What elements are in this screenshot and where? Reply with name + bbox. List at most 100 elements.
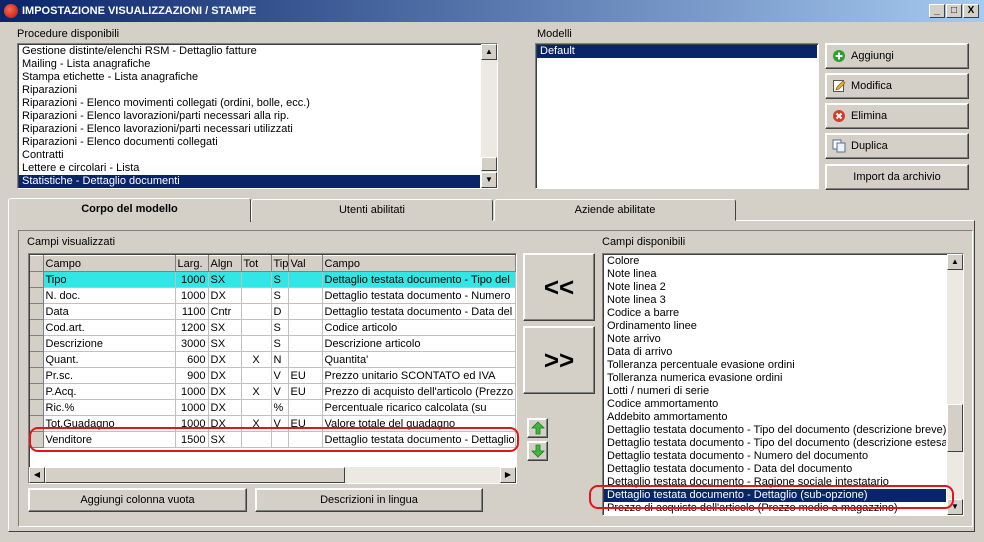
aggiungi-button[interactable]: Aggiungi [825,43,969,69]
cell-tot[interactable] [241,303,272,320]
scroll-thumb[interactable] [947,404,963,452]
close-button[interactable]: X [963,4,979,18]
col-algn[interactable]: Algn [208,255,242,272]
cell-tot[interactable]: X [241,351,272,368]
cell-desc[interactable]: Dettaglio testata documento - Data del [322,303,516,320]
cell-tip[interactable]: N [271,351,289,368]
cell-larg[interactable]: 600 [175,351,209,368]
cell-tot[interactable] [241,367,272,384]
cell-algn[interactable]: DX [208,383,242,400]
procedure-item[interactable]: Statistiche - Dettaglio documenti [19,175,480,188]
tab-corpo-del-modello[interactable]: Corpo del modello [8,198,251,222]
campo-disponibile-item[interactable]: Codice ammortamento [604,398,946,411]
cell-campo[interactable]: P.Acq. [43,383,176,400]
cell-tip[interactable]: S [271,287,289,304]
minimize-button[interactable]: _ [929,4,945,18]
add-field-button[interactable]: >> [523,326,595,394]
cell-campo[interactable]: N. doc. [43,287,176,304]
cell-larg[interactable]: 1200 [175,319,209,336]
table-row[interactable]: P.Acq. 1000 DX X V EU Prezzo di acquisto dell'… [30,383,516,400]
cell-algn[interactable]: SX [208,271,242,288]
cell-tot[interactable] [241,271,272,288]
col-larg[interactable]: Larg. [175,255,209,272]
procedure-item[interactable]: Riparazioni [19,84,480,97]
procedure-item[interactable]: Stampa etichette - Lista anagrafiche [19,71,480,84]
scroll-thumb[interactable] [481,157,497,171]
cell-campo[interactable]: Tipo [43,271,176,288]
campo-disponibile-item[interactable]: Dettaglio testata documento - Numero del… [604,450,946,463]
campo-disponibile-item[interactable]: Tolleranza percentuale evasione ordini [604,359,946,372]
grid-hscrollbar[interactable]: ◀ ▶ [29,467,516,483]
row-indicator[interactable] [30,303,44,320]
cell-desc[interactable]: Prezzo unitario SCONTATO ed IVA [322,367,516,384]
col-campo[interactable]: Campo [43,255,176,272]
cell-tip[interactable]: S [271,271,289,288]
table-row[interactable]: Pr.sc. 900 DX V EU Prezzo unitario SCONTATO e… [30,367,516,384]
procedure-list[interactable]: Gestione distinte/elenchi RSM - Dettagli… [17,43,498,189]
campo-disponibile-item[interactable]: Colore [604,255,946,268]
cell-larg[interactable]: 1000 [175,287,209,304]
cell-desc[interactable]: Quantita' [322,351,516,368]
campo-disponibile-item[interactable]: Tolleranza numerica evasione ordini [604,372,946,385]
col-campo-desc[interactable]: Campo [322,255,516,272]
descrizioni-lingua-button[interactable]: Descrizioni in lingua [255,488,483,512]
duplica-button[interactable]: Duplica [825,133,969,159]
cell-campo[interactable]: Pr.sc. [43,367,176,384]
procedure-item[interactable]: Riparazioni - Elenco documenti collegati [19,136,480,149]
cell-algn[interactable]: SX [208,319,242,336]
cell-desc[interactable]: Descrizione articolo [322,335,516,352]
move-down-button[interactable] [527,441,548,461]
cell-val[interactable] [288,303,323,320]
cell-larg[interactable]: 1100 [175,303,209,320]
cell-larg[interactable]: 900 [175,367,209,384]
cell-val[interactable] [288,399,323,416]
cell-tot[interactable] [241,319,272,336]
cell-campo[interactable]: Data [43,303,176,320]
procedure-item[interactable]: Riparazioni - Elenco movimenti collegati… [19,97,480,110]
col-tot[interactable]: Tot [241,255,272,272]
cell-algn[interactable]: DX [208,367,242,384]
cell-val[interactable] [288,271,323,288]
cell-tot[interactable] [241,399,272,416]
scroll-up-icon[interactable]: ▲ [481,44,497,60]
campi-disponibili-scrollbar[interactable]: ▲ ▼ [947,254,963,515]
cell-desc[interactable]: Prezzo di acquisto dell'articolo (Prezzo [322,383,516,400]
tab-utenti-abilitati[interactable]: Utenti abilitati [251,199,493,221]
procedure-item[interactable]: Contratti [19,149,480,162]
campo-disponibile-item[interactable]: Lotti / numeri di serie [604,385,946,398]
campo-disponibile-item[interactable]: Note linea [604,268,946,281]
cell-larg[interactable]: 1000 [175,383,209,400]
cell-tip[interactable]: S [271,319,289,336]
grid-hscroll-thumb[interactable] [45,467,345,483]
cell-val[interactable]: EU [288,367,323,384]
procedure-item[interactable]: Mailing - Lista anagrafiche [19,58,480,71]
cell-tot[interactable]: X [241,383,272,400]
procedure-item[interactable]: Riparazioni - Elenco lavorazioni/parti n… [19,110,480,123]
cell-algn[interactable]: DX [208,399,242,416]
cell-tip[interactable]: % [271,399,289,416]
table-row[interactable]: Cod.art. 1200 SX S Codice articolo [30,319,516,336]
aggiungi-colonna-vuota-button[interactable]: Aggiungi colonna vuota [28,488,247,512]
table-row[interactable]: Descrizione 3000 SX S Descrizione articolo [30,335,516,352]
campo-disponibile-item[interactable]: Dettaglio testata documento - Data del d… [604,463,946,476]
cell-desc[interactable]: Codice articolo [322,319,516,336]
modelli-list[interactable]: Default [535,43,819,189]
maximize-button[interactable]: □ [946,4,962,18]
move-up-button[interactable] [527,418,548,438]
procedure-item[interactable]: Lettere e circolari - Lista [19,162,480,175]
cell-desc[interactable]: Dettaglio testata documento - Numero [322,287,516,304]
row-indicator[interactable] [30,399,44,416]
tab-aziende-abilitate[interactable]: Aziende abilitate [494,199,736,221]
cell-tot[interactable] [241,287,272,304]
cell-algn[interactable]: Cntr [208,303,242,320]
row-indicator[interactable] [30,319,44,336]
cell-val[interactable] [288,335,323,352]
cell-tot[interactable] [241,335,272,352]
cell-campo[interactable]: Cod.art. [43,319,176,336]
table-row[interactable]: Tipo 1000 SX S Dettaglio testata documento -… [30,271,516,288]
cell-tip[interactable]: V [271,367,289,384]
campo-disponibile-item[interactable]: Addebito ammortamento [604,411,946,424]
cell-larg[interactable]: 3000 [175,335,209,352]
cell-tip[interactable]: D [271,303,289,320]
col-tip[interactable]: Tip [271,255,289,272]
